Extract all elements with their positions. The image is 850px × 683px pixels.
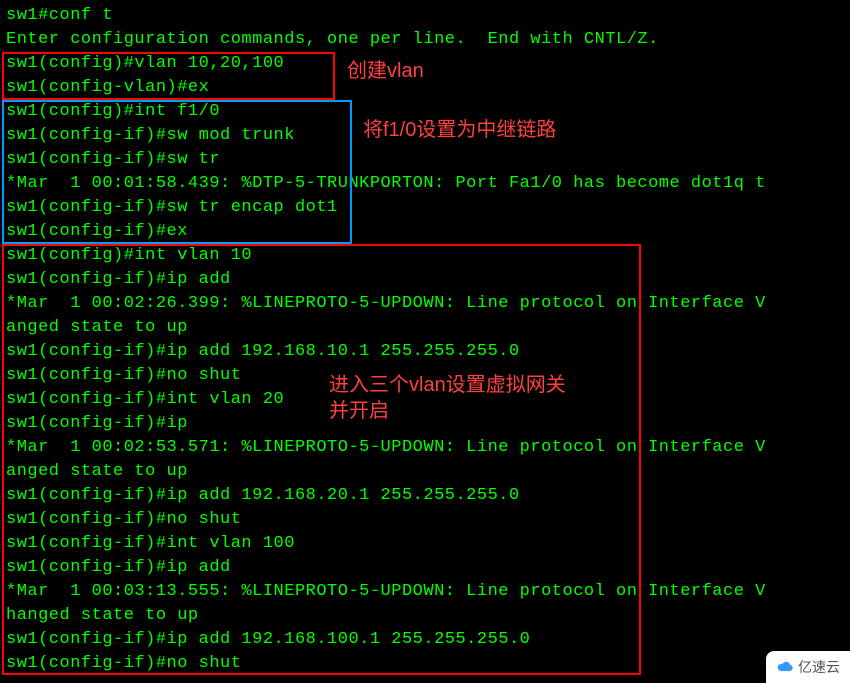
terminal-line: hanged state to up — [6, 604, 844, 628]
terminal-line: sw1(config-if)#no shut — [6, 508, 844, 532]
terminal-line: sw1(config-vlan)#ex — [6, 76, 844, 100]
terminal-line: sw1(config-if)#ip — [6, 412, 844, 436]
terminal-line: sw1(config-if)#int vlan 20 — [6, 388, 844, 412]
terminal-line: sw1(config-if)#ex — [6, 220, 844, 244]
terminal-line: *Mar 1 00:02:26.399: %LINEPROTO-5-UPDOWN… — [6, 292, 844, 316]
terminal-line: *Mar 1 00:02:53.571: %LINEPROTO-5-UPDOWN… — [6, 436, 844, 460]
terminal-line: sw1(config-if)#no shut — [6, 364, 844, 388]
terminal-line: sw1(config-if)#sw tr encap dot1 — [6, 196, 844, 220]
terminal-output: sw1#conf t Enter configuration commands,… — [6, 4, 844, 676]
terminal-line: sw1(config-if)#ip add — [6, 268, 844, 292]
terminal-line: *Mar 1 00:01:58.439: %DTP-5-TRUNKPORTON:… — [6, 172, 844, 196]
terminal-line: sw1(config-if)#sw mod trunk — [6, 124, 844, 148]
terminal-line: sw1(config-if)#int vlan 100 — [6, 532, 844, 556]
terminal-line: sw1(config)#int vlan 10 — [6, 244, 844, 268]
terminal-line: Enter configuration commands, one per li… — [6, 28, 844, 52]
terminal-line: anged state to up — [6, 460, 844, 484]
watermark-text: 亿速云 — [798, 655, 840, 679]
terminal-line: sw1(config-if)#sw tr — [6, 148, 844, 172]
terminal-line: sw1(config-if)#ip add 192.168.20.1 255.2… — [6, 484, 844, 508]
terminal-line: sw1(config)#int f1/0 — [6, 100, 844, 124]
terminal-line: sw1(config-if)#no shut — [6, 652, 844, 676]
terminal-line: sw1(config)#vlan 10,20,100 — [6, 52, 844, 76]
cloud-icon — [776, 655, 794, 679]
terminal-line: sw1(config-if)#ip add — [6, 556, 844, 580]
watermark: 亿速云 — [766, 651, 850, 683]
terminal-line: sw1(config-if)#ip add 192.168.100.1 255.… — [6, 628, 844, 652]
terminal-line: sw1(config-if)#ip add 192.168.10.1 255.2… — [6, 340, 844, 364]
terminal-line: sw1#conf t — [6, 4, 844, 28]
terminal-line: anged state to up — [6, 316, 844, 340]
terminal-line: *Mar 1 00:03:13.555: %LINEPROTO-5-UPDOWN… — [6, 580, 844, 604]
